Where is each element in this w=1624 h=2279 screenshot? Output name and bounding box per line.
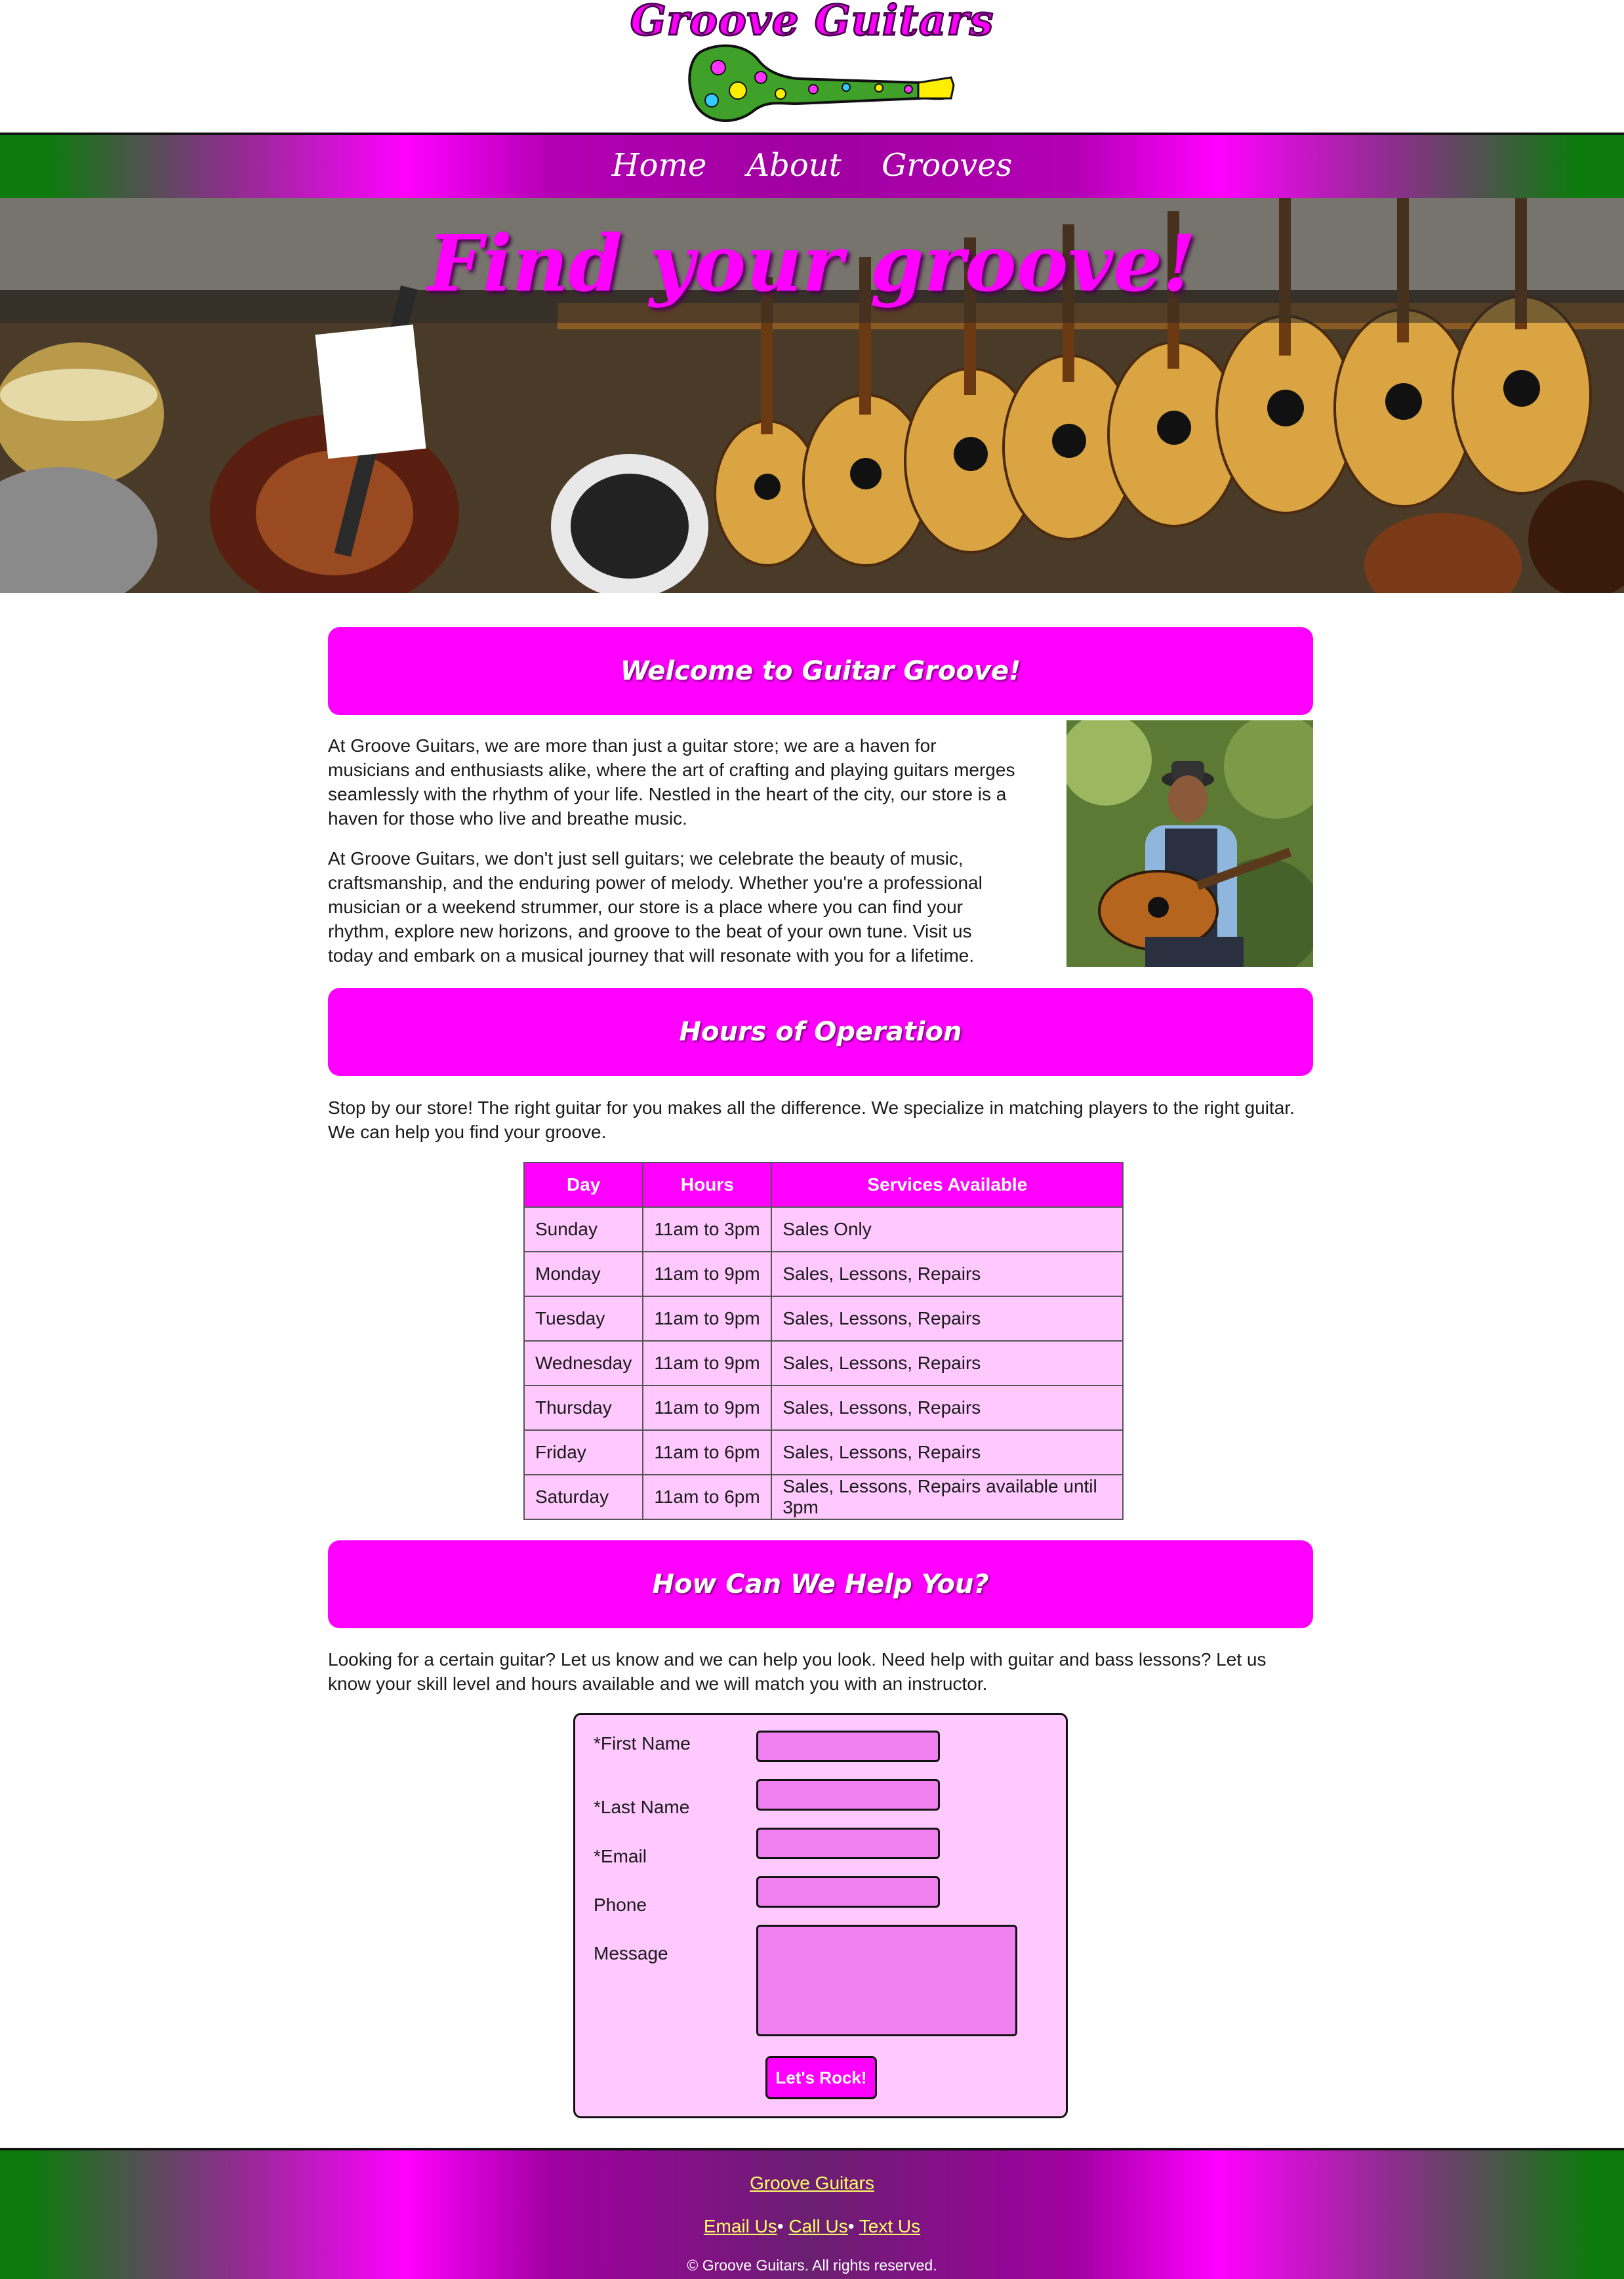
help-intro: Looking for a certain guitar? Let us kno…	[328, 1649, 1267, 1694]
nav-items: Home About Grooves	[0, 147, 1624, 184]
services-cell: Sales, Lessons, Repairs	[771, 1296, 1124, 1342]
table-row: Saturday 11am to 6pm Sales, Lessons, Rep…	[523, 1474, 1124, 1520]
hours-intro: Stop by our store! The right guitar for …	[328, 1098, 1295, 1142]
contact-form: *First Name *Last Name *Email Phone Mess…	[573, 1713, 1068, 2118]
column-header-services: Services Available	[771, 1162, 1124, 1208]
hours-cell: 11am to 9pm	[642, 1296, 773, 1342]
about-text: At Groove Guitars, we are more than just…	[328, 733, 1017, 983]
hours-cell: 11am to 6pm	[642, 1474, 773, 1520]
footer-contact-links: Email Us• Call Us• Text Us	[0, 2216, 1624, 2237]
footer-brand: Groove Guitars	[0, 2173, 1624, 2194]
hours-heading: Hours of Operation	[328, 988, 1313, 1076]
phone-input[interactable]	[756, 1876, 940, 1908]
hours-cell: 11am to 9pm	[642, 1340, 773, 1386]
page: Groove Guitars Home About Grooves Find y…	[0, 0, 1624, 2279]
call-us-link[interactable]: Call Us	[788, 2216, 847, 2236]
day-cell: Thursday	[523, 1385, 644, 1431]
submit-button[interactable]: Let's Rock!	[765, 2056, 877, 2099]
hours-cell: 11am to 9pm	[642, 1385, 773, 1431]
hours-cell: 11am to 6pm	[642, 1429, 773, 1475]
services-cell: Sales, Lessons, Repairs	[771, 1385, 1124, 1431]
column-header-hours: Hours	[642, 1162, 773, 1208]
site-footer: Groove Guitars Email Us• Call Us• Text U…	[0, 2148, 1624, 2279]
table-header-row: Day Hours Services Available	[523, 1162, 1124, 1208]
email-label: *Email	[594, 1846, 647, 1866]
services-cell: Sales, Lessons, Repairs	[771, 1340, 1124, 1386]
footer-separator: •	[847, 2216, 855, 2236]
last-name-input[interactable]	[756, 1779, 940, 1811]
table-row: Monday 11am to 9pm Sales, Lessons, Repai…	[523, 1251, 1124, 1297]
main-nav: Home About Grooves	[0, 133, 1624, 198]
day-cell: Sunday	[523, 1206, 644, 1252]
site-header: Groove Guitars	[0, 0, 1624, 133]
table-row: Tuesday 11am to 9pm Sales, Lessons, Repa…	[523, 1296, 1124, 1342]
about-paragraph-1: At Groove Guitars, we are more than just…	[328, 735, 1015, 829]
table-row: Sunday 11am to 3pm Sales Only	[523, 1206, 1124, 1252]
day-cell: Monday	[523, 1251, 644, 1297]
services-cell: Sales, Lessons, Repairs	[771, 1429, 1124, 1475]
first-name-input[interactable]	[756, 1731, 940, 1762]
welcome-heading: Welcome to Guitar Groove!	[328, 627, 1313, 715]
day-cell: Friday	[523, 1429, 644, 1475]
day-cell: Tuesday	[523, 1296, 644, 1342]
message-textarea[interactable]	[756, 1925, 1017, 2036]
table-row: Thursday 11am to 9pm Sales, Lessons, Rep…	[523, 1385, 1124, 1431]
message-label: Message	[594, 1943, 668, 1963]
email-input[interactable]	[756, 1828, 940, 1859]
table-row: Wednesday 11am to 9pm Sales, Lessons, Re…	[523, 1340, 1124, 1386]
hours-cell: 11am to 3pm	[642, 1206, 773, 1252]
services-cell: Sales, Lessons, Repairs	[771, 1251, 1124, 1297]
hero-banner: Find your groove!	[0, 198, 1624, 593]
table-row: Friday 11am to 6pm Sales, Lessons, Repai…	[523, 1429, 1124, 1475]
guitarist-portrait-photo	[1066, 720, 1313, 967]
hero-title: Find your groove!	[428, 218, 1196, 309]
hours-cell: 11am to 9pm	[642, 1251, 773, 1297]
copyright-text: © Groove Guitars. All rights reserved.	[687, 2257, 937, 2274]
email-us-link[interactable]: Email Us	[704, 2216, 777, 2236]
guitar-logo-icon[interactable]	[682, 38, 958, 130]
footer-brand-link[interactable]: Groove Guitars	[750, 2173, 874, 2193]
nav-home-link[interactable]: Home	[612, 147, 707, 184]
about-paragraph-2: At Groove Guitars, we don't just sell gu…	[328, 848, 983, 966]
last-name-label: *Last Name	[594, 1797, 690, 1817]
day-cell: Saturday	[523, 1474, 644, 1520]
services-cell: Sales Only	[771, 1206, 1124, 1252]
nav-about-link[interactable]: About	[746, 147, 842, 184]
day-cell: Wednesday	[523, 1340, 644, 1386]
first-name-label: *First Name	[594, 1733, 691, 1754]
text-us-link[interactable]: Text Us	[859, 2216, 920, 2236]
nav-grooves-link[interactable]: Grooves	[882, 147, 1012, 184]
column-header-day: Day	[523, 1162, 644, 1208]
hours-table: Day Hours Services Available Sunday 11am…	[523, 1162, 1124, 1520]
phone-label: Phone	[594, 1895, 647, 1915]
help-heading: How Can We Help You?	[328, 1540, 1313, 1628]
footer-separator: •	[777, 2216, 784, 2236]
services-cell: Sales, Lessons, Repairs available until …	[771, 1474, 1124, 1520]
